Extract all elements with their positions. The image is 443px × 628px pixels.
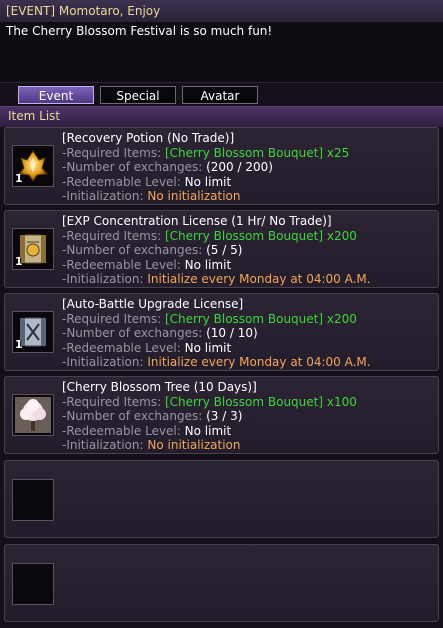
init-label: -Initialization: [62,272,144,286]
init-value: Initialize every Monday at 04:00 A.M. [147,272,371,286]
item-quantity: 1 [15,172,23,185]
item-slot[interactable] [12,394,54,436]
init-label: -Initialization: [62,438,144,452]
message-panel: The Cherry Blossom Festival is so much f… [0,22,443,83]
window-title: [EVENT] Momotaro, Enjoy [6,4,161,18]
item-quantity: 1 [15,338,23,351]
level-value: No limit [184,340,232,355]
exchanges-label: -Number of exchanges: [62,160,203,174]
required-label: -Required Items: [62,145,162,160]
init-value: Initialize every Monday at 04:00 A.M. [147,355,371,369]
item-quantity: 1 [15,255,23,268]
required-label: -Required Items: [62,228,162,243]
empty-list-item [4,460,439,538]
exchanges-label: -Number of exchanges: [62,409,203,423]
item-list[interactable]: 1 [Recovery Potion (No Trade)] -Required… [0,127,443,628]
required-label: -Required Items: [62,394,162,409]
item-list-title: Item List [8,109,61,123]
empty-list-item [4,544,439,622]
item-slot[interactable]: 1 [12,311,54,353]
list-item[interactable]: 1 [Auto-Battle Upgrade License] -Require… [4,293,439,371]
list-item[interactable]: [Cherry Blossom Tree (10 Days)] -Require… [4,376,439,454]
empty-item-slot [12,479,54,521]
item-slot[interactable]: 1 [12,228,54,270]
message-text: The Cherry Blossom Festival is so much f… [6,24,273,38]
tab-special[interactable]: Special [100,86,176,104]
list-item[interactable]: 1 [EXP Concentration License (1 Hr/ No T… [4,210,439,288]
level-value: No limit [184,257,232,272]
empty-item-slot [12,563,54,605]
exchanges-value: (3 / 3) [206,409,243,423]
init-value: No initialization [147,438,241,452]
tab-bar: Event Special Avatar [0,84,443,106]
window-titlebar: [EVENT] Momotaro, Enjoy [0,0,443,23]
init-value: No initialization [147,189,241,203]
item-name: [Recovery Potion (No Trade)] [62,131,235,145]
exchanges-value: (5 / 5) [206,243,243,257]
required-items-value: [Cherry Blossom Bouquet] x200 [165,228,357,243]
exchanges-label: -Number of exchanges: [62,243,203,257]
init-label: -Initialization: [62,355,144,369]
item-name: [Cherry Blossom Tree (10 Days)] [62,380,257,394]
required-label: -Required Items: [62,311,162,326]
exchanges-value: (10 / 10) [206,326,258,340]
exchanges-label: -Number of exchanges: [62,326,203,340]
init-label: -Initialization: [62,189,144,203]
level-label: -Redeemable Level: [62,340,181,355]
level-value: No limit [184,423,232,438]
level-value: No limit [184,174,232,189]
exchanges-value: (200 / 200) [206,160,273,174]
level-label: -Redeemable Level: [62,174,181,189]
required-items-value: [Cherry Blossom Bouquet] x25 [165,145,350,160]
tab-avatar[interactable]: Avatar [182,86,258,104]
required-items-value: [Cherry Blossom Bouquet] x200 [165,311,357,326]
tab-event[interactable]: Event [18,86,94,104]
level-label: -Redeemable Level: [62,423,181,438]
item-list-header: Item List [0,106,443,128]
level-label: -Redeemable Level: [62,257,181,272]
item-name: [Auto-Battle Upgrade License] [62,297,244,311]
item-name: [EXP Concentration License (1 Hr/ No Tra… [62,214,332,228]
required-items-value: [Cherry Blossom Bouquet] x100 [165,394,357,409]
list-item[interactable]: 1 [Recovery Potion (No Trade)] -Required… [4,127,439,205]
item-slot[interactable]: 1 [12,145,54,187]
cherry-tree-icon [15,397,51,433]
